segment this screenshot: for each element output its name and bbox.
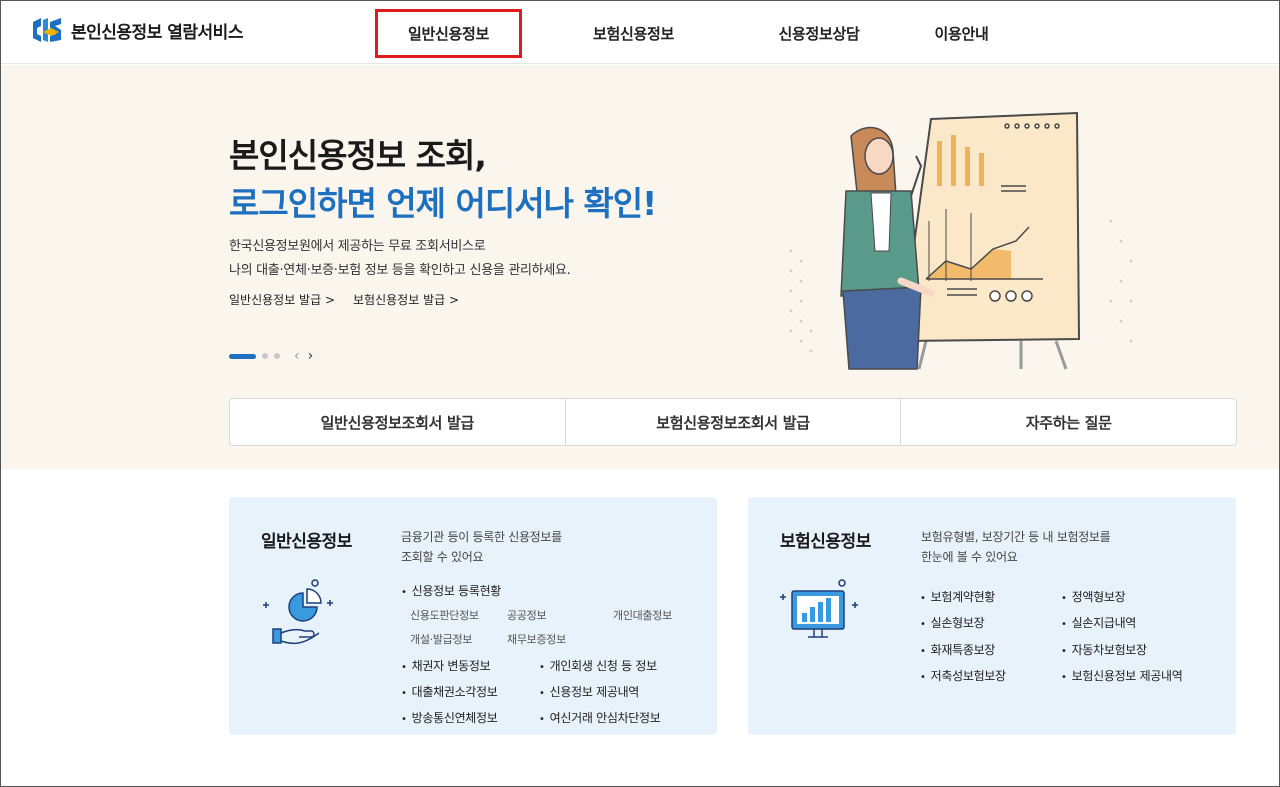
hero-links: 일반신용정보 발급 > 보험신용정보 발급 > [229, 291, 459, 308]
insurance-card-desc: 보험유형별, 보장기간 등 내 보험정보를 한눈에 볼 수 있어요 [921, 527, 1111, 567]
pager-active-bar[interactable] [229, 353, 256, 359]
general-item-left-3[interactable]: 방송통신연체정보 [401, 709, 498, 726]
general-item-left-2[interactable]: 대출채권소각정보 [401, 683, 498, 700]
sub-item-public-info[interactable]: 공공정보 [507, 607, 547, 623]
general-desc-line1: 금융기관 등이 등록한 신용정보를 [401, 530, 562, 544]
sub-item-debt-guarantee[interactable]: 채무보증정보 [507, 631, 566, 647]
general-item-right-2[interactable]: 신용정보 제공내역 [539, 683, 640, 700]
pager-dot[interactable] [274, 353, 280, 359]
nav-general-credit[interactable]: 일반신용정보 [375, 9, 522, 58]
insurance-item-right-2[interactable]: 실손지급내역 [1061, 614, 1137, 631]
insurance-credit-card: 보험신용정보 보험유형별, 보장기간 등 내 보험정보를 한눈에 볼 수 있어요… [748, 497, 1236, 735]
insurance-item-right-3[interactable]: 자동차보험보장 [1061, 641, 1147, 658]
general-credit-card: 일반신용정보 금융기관 등이 등록한 신용정보를 조회할 수 있어요 신용정보 … [229, 497, 717, 735]
pager-dot[interactable] [262, 353, 268, 359]
sub-item-personal-loan[interactable]: 개인대출정보 [613, 607, 672, 623]
hand-pie-chart-icon [263, 579, 333, 645]
hero-desc-line2: 나의 대출·연체·보증·보험 정보 등을 확인하고 신용을 관리하세요. [229, 263, 571, 278]
insurance-desc-line2: 한눈에 볼 수 있어요 [921, 550, 1018, 564]
insurance-desc-line1: 보험유형별, 보장기간 등 내 보험정보를 [921, 530, 1111, 544]
insurance-card-title[interactable]: 보험신용정보 [780, 527, 871, 552]
general-item-right-1[interactable]: 개인회생 신청 등 정보 [539, 657, 658, 674]
hero-title: 본인신용정보 조회, [229, 136, 487, 175]
insurance-issue-link[interactable]: 보험신용정보 발급 > [353, 291, 459, 308]
monitor-chart-icon [780, 579, 858, 638]
general-card-title[interactable]: 일반신용정보 [261, 527, 352, 552]
general-item-left-1[interactable]: 채권자 변동정보 [401, 657, 491, 674]
general-issue-link[interactable]: 일반신용정보 발급 > [229, 291, 335, 308]
main-nav: 일반신용정보 보험신용정보 신용정보상담 이용안내 [375, 9, 1030, 58]
general-desc-line2: 조회할 수 있어요 [401, 550, 484, 564]
faq-tab[interactable]: 자주하는 질문 [901, 399, 1236, 445]
nav-guide[interactable]: 이용안내 [893, 9, 1030, 58]
page-frame: 본인신용정보 열람서비스 일반신용정보 보험신용정보 신용정보상담 이용안내 본… [0, 0, 1280, 787]
nav-insurance-credit[interactable]: 보험신용정보 [522, 9, 745, 58]
insurance-item-right-4[interactable]: 보험신용정보 제공내역 [1061, 667, 1183, 684]
general-card-desc: 금융기관 등이 등록한 신용정보를 조회할 수 있어요 [401, 527, 562, 567]
presenter-illustration [789, 111, 1133, 370]
hero-desc-line1: 한국신용정보원에서 제공하는 무료 조회서비스로 [229, 239, 486, 254]
sub-item-opening-issue[interactable]: 개설·발급정보 [410, 631, 472, 647]
general-report-issue-tab[interactable]: 일반신용정보조회서 발급 [230, 399, 566, 445]
pager-next-icon[interactable]: › [308, 349, 314, 363]
nav-credit-consult[interactable]: 신용정보상담 [745, 9, 893, 58]
banner-pager: ‹ › [229, 349, 313, 363]
sub-item-credit-judgement[interactable]: 신용도판단정보 [410, 607, 479, 623]
quick-tabs: 일반신용정보조회서 발급 보험신용정보조회서 발급 자주하는 질문 [229, 398, 1237, 446]
insurance-item-left-2[interactable]: 실손형보장 [920, 614, 985, 631]
insurance-item-right-1[interactable]: 정액형보장 [1061, 588, 1126, 605]
insurance-item-left-3[interactable]: 화재특종보장 [920, 641, 996, 658]
insurance-item-left-4[interactable]: 저축성보험보장 [920, 667, 1006, 684]
site-logo[interactable]: 본인신용정보 열람서비스 [31, 16, 243, 44]
general-item-right-3[interactable]: 여신거래 안심차단정보 [539, 709, 661, 726]
insurance-report-issue-tab[interactable]: 보험신용정보조회서 발급 [566, 399, 902, 445]
hero-subtitle: 로그인하면 언제 어디서나 확인! [229, 184, 657, 223]
insurance-item-left-1[interactable]: 보험계약현황 [920, 588, 996, 605]
pager-prev-icon[interactable]: ‹ [294, 349, 300, 363]
logo-text: 본인신용정보 열람서비스 [71, 22, 243, 43]
hero-description: 한국신용정보원에서 제공하는 무료 조회서비스로 나의 대출·연체·보증·보험 … [229, 235, 571, 283]
header: 본인신용정보 열람서비스 일반신용정보 보험신용정보 신용정보상담 이용안내 [1, 1, 1279, 64]
registration-status-item[interactable]: 신용정보 등록현황 [401, 582, 502, 599]
cis-logo-icon [31, 16, 63, 44]
